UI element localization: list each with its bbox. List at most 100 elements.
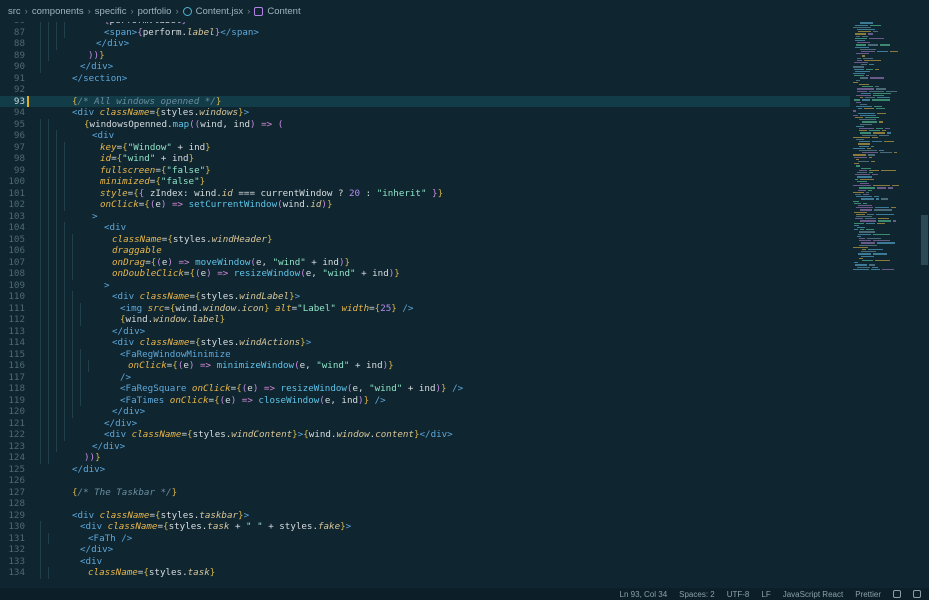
feedback-icon[interactable] [893, 590, 901, 598]
code-line[interactable]: 107 onDrag={(e) => moveWindow(e, "wind" +… [0, 256, 850, 268]
code-line[interactable]: 89))} [0, 49, 850, 61]
code-token: </span> [220, 26, 259, 38]
code-line[interactable]: 93 {/* All windows openned */} [0, 95, 850, 107]
indentation-setting[interactable]: Spaces: 2 [679, 590, 715, 599]
code-line[interactable]: 91 </section> [0, 73, 850, 85]
line-number: 133 [8, 555, 25, 567]
code-line[interactable]: 123 </div> [0, 440, 850, 452]
code-token: > [104, 279, 110, 291]
code-token: > [305, 337, 312, 348]
code-line[interactable]: 87 <span>{perform.label}</span> [0, 26, 850, 38]
minimap-line [859, 119, 876, 121]
minimap-line [860, 132, 871, 134]
code-line[interactable]: 121 </div> [0, 417, 850, 429]
modified-line-marker [27, 95, 29, 107]
code-line[interactable]: 129 <div className={styles.taskbar}> [0, 510, 850, 522]
code-line[interactable]: 108 onDoubleClick={(e) => resizeWindow(e,… [0, 268, 850, 280]
code-line[interactable]: 134 className={styles.task} [0, 567, 850, 579]
breadcrumb-item-src[interactable]: src [8, 6, 21, 17]
code-line[interactable]: 109 > [0, 279, 850, 291]
minimap[interactable] [850, 10, 920, 588]
cursor-position[interactable]: Ln 93, Col 34 [620, 590, 668, 599]
breadcrumb-item-file[interactable]: Content.jsx [196, 6, 244, 17]
code-line[interactable]: 105 className={styles.windHeader} [0, 233, 850, 245]
code-line[interactable]: 124))} [0, 452, 850, 464]
code-line[interactable]: 126 [0, 475, 850, 487]
indent-guide [48, 452, 49, 464]
code-line[interactable]: 97 key={"Window" + ind} [0, 141, 850, 153]
code-line[interactable]: 88 </div> [0, 38, 850, 50]
minimap-line [873, 233, 890, 235]
minimap-line [856, 165, 860, 167]
breadcrumb-item-portfolio[interactable]: portfolio [138, 6, 172, 17]
code-line[interactable]: 130 <div className={styles.task + " " + s… [0, 521, 850, 533]
minimap-line [861, 51, 875, 53]
code-token: => [172, 256, 196, 268]
code-line[interactable]: 112 {wind.window.label} [0, 314, 850, 326]
breadcrumb-item-specific[interactable]: specific [95, 6, 127, 17]
code-line[interactable]: 110 <div className={styles.windLabel}> [0, 291, 850, 303]
breadcrumb-item-symbol[interactable]: Content [267, 6, 300, 17]
minimap-line [860, 103, 867, 106]
code-token: closeWindow [258, 394, 320, 406]
minimap-line [854, 62, 868, 64]
code-token: id [310, 199, 322, 210]
code-token: styles. [200, 291, 240, 302]
code-line[interactable]: 132 </div> [0, 544, 850, 556]
code-line[interactable]: 128 [0, 498, 850, 510]
minimap-line [873, 185, 890, 187]
code-text: <img src={wind.window.icon} alt="Label" … [120, 303, 413, 315]
notifications-bell-icon[interactable] [913, 590, 921, 598]
vertical-scrollbar-thumb[interactable] [921, 215, 928, 265]
code-line[interactable]: 92 [0, 84, 850, 96]
code-line[interactable]: 118 <FaRegSquare onClick={(e) => resizeWi… [0, 383, 850, 395]
minimap-line [861, 198, 874, 200]
minimap-line [865, 218, 876, 220]
eol-setting[interactable]: LF [761, 590, 770, 599]
code-line[interactable]: 99 fullscreen={"false"} [0, 164, 850, 176]
code-line[interactable]: 106 draggable [0, 245, 850, 257]
code-line[interactable]: 98 id={"wind" + ind} [0, 153, 850, 165]
code-line[interactable]: 111 <img src={wind.window.icon} alt="Labe… [0, 302, 850, 315]
code-token: minimized [100, 176, 150, 187]
code-token: } [188, 153, 195, 164]
code-line[interactable]: 95 {windowsOpenned.map((wind, ind) => ( [0, 118, 850, 130]
vertical-scrollbar-track[interactable] [920, 10, 929, 588]
indent-guide [56, 26, 57, 38]
encoding-setting[interactable]: UTF-8 [727, 590, 750, 599]
code-line[interactable]: 96 <div [0, 130, 850, 142]
code-line[interactable]: 125 </div> [0, 464, 850, 476]
line-number: 97 [13, 141, 25, 153]
language-mode[interactable]: JavaScript React [783, 590, 843, 599]
formatter-status[interactable]: Prettier [855, 590, 881, 599]
code-line[interactable]: 104 <div [0, 222, 850, 234]
code-line[interactable]: 114 <div className={styles.windActions}> [0, 337, 850, 349]
minimap-line [853, 81, 858, 84]
code-line[interactable]: 127 {/* The Taskbar */} [0, 487, 850, 499]
code-line[interactable]: 94 <div className={styles.windows}> [0, 107, 850, 119]
code-line[interactable]: 102 onClick={(e) => setCurrentWindow(wind… [0, 199, 850, 211]
code-token: + styles. [262, 521, 318, 532]
breadcrumb-item-components[interactable]: components [32, 6, 84, 17]
code-line[interactable]: 90 </div> [0, 61, 850, 73]
minimap-line [855, 174, 870, 176]
code-line[interactable]: 131 <FaTh /> [0, 532, 850, 544]
indent-guide [64, 314, 65, 326]
indent-guide [72, 233, 73, 245]
code-line[interactable]: 100 minimized={"false"} [0, 176, 850, 188]
code-token: taskbar [199, 509, 239, 521]
code-line[interactable]: 113 </div> [0, 325, 850, 337]
code-line[interactable]: 116 onClick={(e) => minimizeWindow(e, "wi… [0, 360, 850, 372]
indent-guide [72, 360, 73, 372]
code-line[interactable]: 122 <div className={styles.windContent}>{… [0, 429, 850, 441]
code-line[interactable]: 117 /> [0, 371, 850, 383]
code-line[interactable]: 115 <FaRegWindowMinimize [0, 348, 850, 360]
code-line[interactable]: 101 style={{ zIndex: wind.id === currentW… [0, 187, 850, 199]
code-line[interactable]: 103 > [0, 210, 850, 222]
minimap-line [858, 112, 875, 114]
code-line[interactable]: 119 <FaTimes onClick={(e) => closeWindow(… [0, 394, 850, 406]
code-line[interactable]: 120 </div> [0, 406, 850, 418]
minimap-line [853, 185, 871, 187]
code-line[interactable]: 133 <div [0, 555, 850, 567]
code-editor[interactable]: 86{perform.label}87<span>{perform.label}… [0, 10, 850, 588]
